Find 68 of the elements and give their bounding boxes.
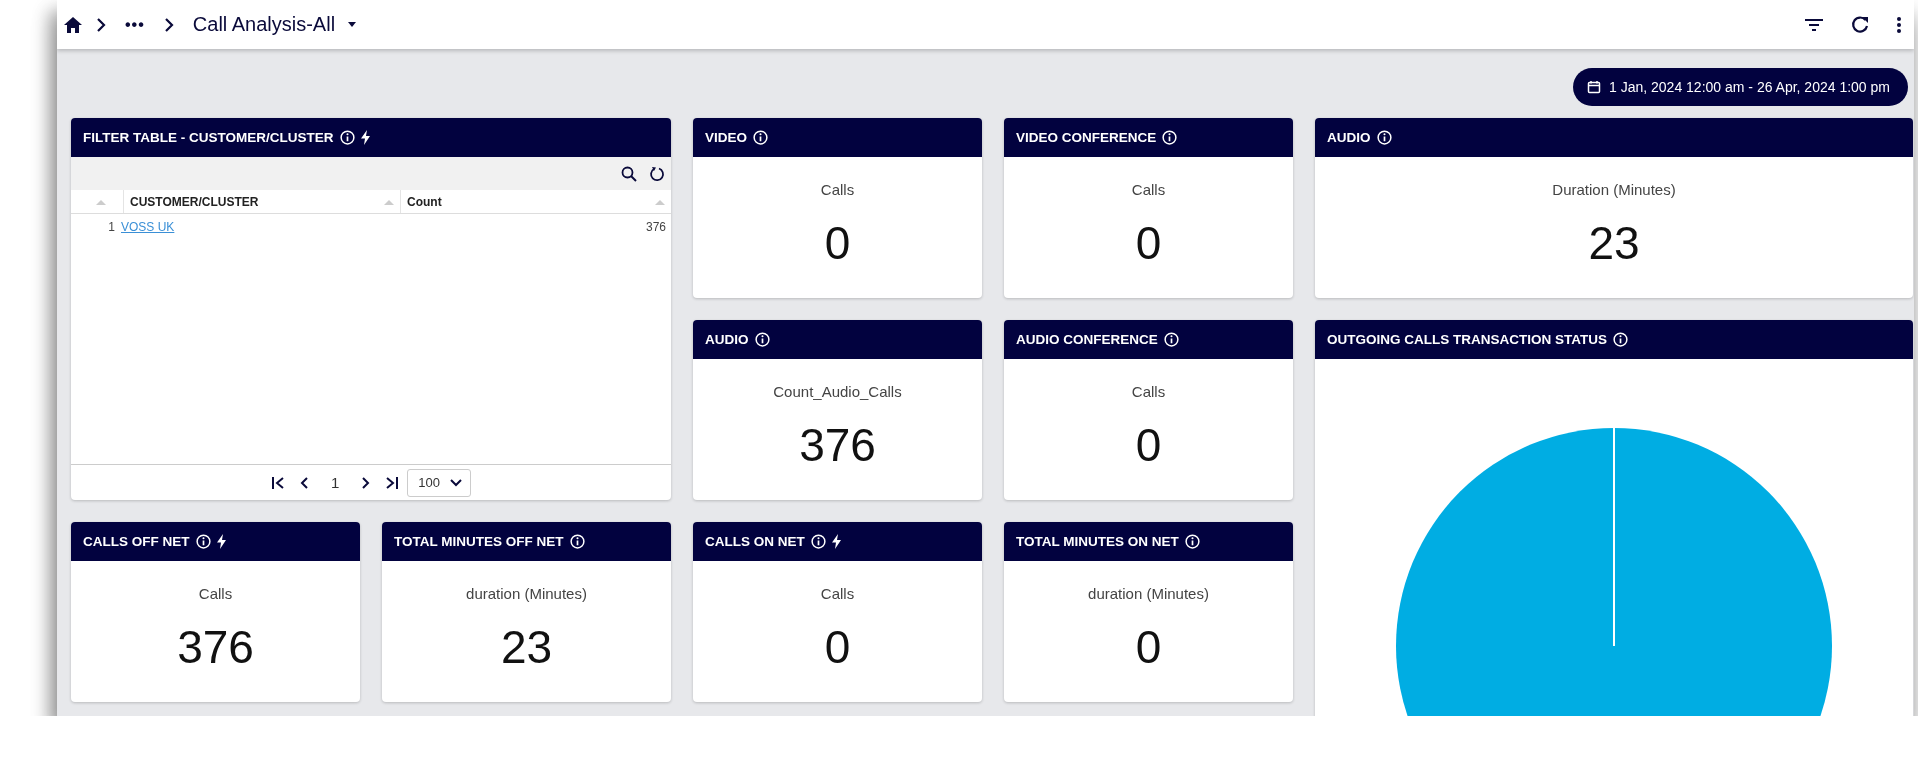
- last-page-icon[interactable]: [385, 475, 400, 490]
- card-title: OUTGOING CALLS TRANSACTION STATUS: [1327, 332, 1607, 347]
- info-icon[interactable]: [1162, 130, 1178, 145]
- info-icon[interactable]: [1613, 332, 1628, 347]
- chevron-right-icon: [95, 16, 107, 33]
- metric-value: 0: [1135, 620, 1162, 674]
- metric-label: Calls: [1131, 181, 1166, 198]
- metric-value: 376: [177, 620, 254, 674]
- metric-value: 0: [824, 216, 851, 270]
- info-icon[interactable]: [1376, 130, 1392, 145]
- card-title: AUDIO: [1327, 130, 1371, 145]
- card-title: VIDEO: [705, 130, 747, 145]
- info-icon[interactable]: [569, 534, 585, 549]
- table-cell-text: 376: [645, 220, 667, 234]
- home-icon[interactable]: [63, 15, 83, 34]
- first-page-icon[interactable]: [270, 475, 285, 490]
- info-icon[interactable]: [339, 130, 355, 145]
- card-title: TOTAL MINUTES ON NET: [1016, 534, 1179, 549]
- metric-label: Calls: [820, 181, 855, 198]
- previous-page-icon[interactable]: [298, 475, 309, 490]
- card-title: AUDIO CONFERENCE: [1016, 332, 1158, 347]
- info-icon[interactable]: [753, 130, 768, 145]
- lightning-icon[interactable]: [216, 534, 226, 549]
- card-title: CALLS ON NET: [705, 534, 805, 549]
- metric-value: 23: [1588, 216, 1640, 270]
- metric-label: duration (Minutes): [1088, 585, 1209, 602]
- page-size-dropdown[interactable]: 100: [407, 468, 471, 497]
- row-number: 1: [107, 220, 116, 234]
- chevron-down-icon: [450, 478, 462, 487]
- column-header[interactable]: CUSTOMER/CLUSTER: [124, 190, 401, 213]
- customer-link[interactable]: VOSS UK: [121, 220, 175, 234]
- info-icon[interactable]: [810, 534, 826, 549]
- card-title: FILTER TABLE - CUSTOMER/CLUSTER: [83, 130, 334, 145]
- filter-icon[interactable]: [1804, 17, 1824, 32]
- card-title: VIDEO CONFERENCE: [1016, 130, 1157, 145]
- search-icon[interactable]: [621, 165, 637, 182]
- info-icon[interactable]: [1163, 332, 1179, 347]
- card-title: AUDIO: [705, 332, 749, 347]
- caret-down-icon[interactable]: [347, 21, 358, 28]
- info-icon[interactable]: [754, 332, 770, 347]
- metric-value: 0: [824, 620, 851, 674]
- chevron-right-icon: [162, 16, 175, 33]
- info-icon[interactable]: [195, 534, 211, 549]
- metric-value: 376: [799, 418, 876, 472]
- metric-value: 0: [1135, 418, 1162, 472]
- card-title: CALLS OFF NET: [83, 534, 190, 549]
- page-title: Call Analysis-All: [192, 13, 336, 36]
- metric-label: Calls: [198, 585, 233, 602]
- more-options-icon[interactable]: [1896, 15, 1902, 34]
- calendar-icon: [1587, 80, 1601, 94]
- lightning-icon[interactable]: [831, 534, 841, 549]
- refresh-icon[interactable]: [1850, 14, 1870, 35]
- more-breadcrumb-button[interactable]: •••: [119, 15, 151, 34]
- column-header[interactable]: Count: [401, 190, 671, 213]
- next-page-icon[interactable]: [361, 475, 372, 490]
- metric-label: Calls: [1131, 383, 1166, 400]
- info-icon[interactable]: [1184, 534, 1200, 549]
- reset-icon[interactable]: [649, 165, 665, 182]
- metric-label: duration (Minutes): [466, 585, 587, 602]
- metric-value: 0: [1135, 216, 1162, 270]
- lightning-icon[interactable]: [360, 130, 370, 145]
- metric-label: Calls: [820, 585, 855, 602]
- card-title: TOTAL MINUTES OFF NET: [394, 534, 564, 549]
- date-range-button[interactable]: 1 Jan, 2024 12:00 am - 26 Apr, 2024 1:00 pm: [1573, 68, 1908, 106]
- metric-label: Duration (Minutes): [1552, 181, 1676, 198]
- metric-value: 23: [500, 620, 553, 674]
- metric-label: Count_Audio_Calls: [773, 383, 902, 400]
- page-number: 1: [329, 474, 341, 491]
